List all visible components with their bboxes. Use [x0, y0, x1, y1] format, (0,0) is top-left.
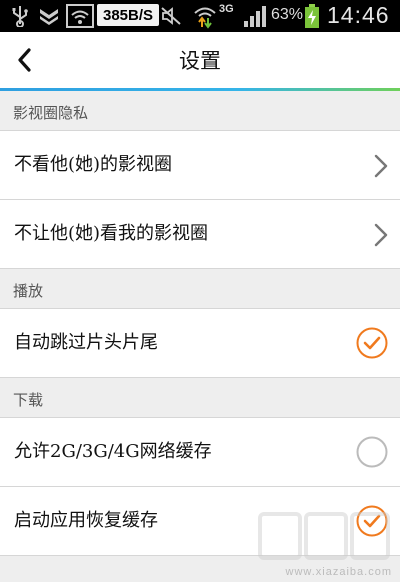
- chevron-right-icon: [374, 154, 388, 178]
- row-label: 不看他(她)的影视圈: [14, 154, 173, 175]
- row-label: 允许2G/3G/4G网络缓存: [14, 441, 212, 462]
- title-bar: 设置: [0, 32, 400, 88]
- section-header-download: 下载: [0, 378, 400, 418]
- page-title: 设置: [179, 49, 221, 73]
- watermark-url: www.xiazaiba.com: [285, 566, 392, 578]
- checkbox-checked-icon[interactable]: [356, 505, 388, 537]
- shield-icon: [40, 9, 58, 25]
- mute-icon: [161, 7, 181, 25]
- clock: 14:46: [327, 2, 390, 28]
- chevron-right-icon: [374, 223, 388, 247]
- signal-icon: [244, 6, 266, 27]
- row-allow-mobile-cache[interactable]: 允许2G/3G/4G网络缓存: [0, 418, 400, 487]
- row-label: 不让他(她)看我的影视圈: [14, 223, 209, 244]
- network-speed-badge: 385B/S: [97, 4, 160, 26]
- row-label: 启动应用恢复缓存: [14, 510, 158, 531]
- wifi-icon: [66, 4, 94, 28]
- battery-charging-icon: [305, 4, 319, 28]
- usb-icon: [12, 6, 28, 27]
- settings-list: 影视圈隐私 不看他(她)的影视圈 不让他(她)看我的影视圈 播放 自动跳过片头片…: [0, 91, 400, 556]
- data-transfer-icon: [194, 7, 216, 29]
- row-resume-cache-on-launch[interactable]: 启动应用恢复缓存: [0, 487, 400, 556]
- row-skip-intro-outro[interactable]: 自动跳过片头片尾: [0, 309, 400, 378]
- row-label: 自动跳过片头片尾: [14, 332, 158, 353]
- status-bar: 385B/S 3G 63% 14:46: [0, 0, 400, 32]
- checkbox-checked-icon[interactable]: [356, 327, 388, 359]
- battery-percent: 63%: [271, 6, 304, 23]
- section-header-playback: 播放: [0, 269, 400, 309]
- network-type-label: 3G: [219, 3, 234, 15]
- row-hide-their-circle[interactable]: 不看他(她)的影视圈: [0, 131, 400, 200]
- row-block-them-viewing[interactable]: 不让他(她)看我的影视圈: [0, 200, 400, 269]
- section-header-privacy: 影视圈隐私: [0, 91, 400, 131]
- checkbox-unchecked-icon[interactable]: [356, 436, 388, 468]
